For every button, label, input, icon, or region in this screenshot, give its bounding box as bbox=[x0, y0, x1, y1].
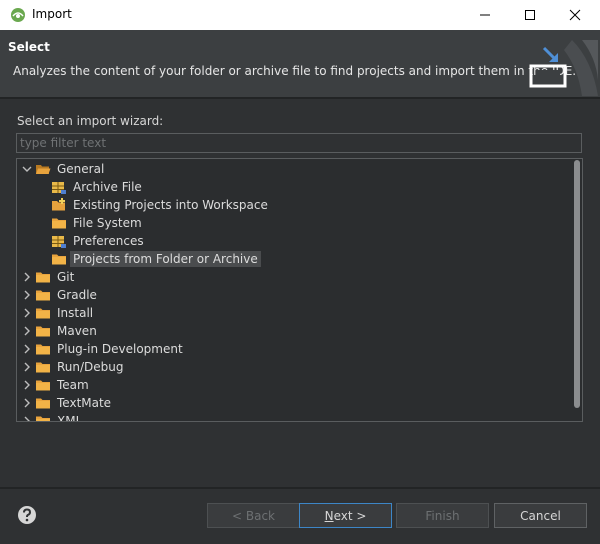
tree-item-label: Archive File bbox=[73, 180, 142, 194]
folder-icon bbox=[36, 272, 50, 283]
tree-item[interactable]: XML bbox=[17, 412, 572, 422]
maximize-icon bbox=[525, 10, 535, 20]
folder-icon bbox=[36, 290, 50, 301]
folder-icon bbox=[36, 416, 50, 421]
wizard-tree[interactable]: General Archive File Existing Projects int… bbox=[16, 158, 583, 422]
preferences-icon bbox=[52, 236, 66, 248]
tree-item-label: Projects from Folder or Archive bbox=[70, 251, 261, 267]
tree-item[interactable]: Preferences bbox=[17, 232, 572, 250]
chevron-right-icon[interactable] bbox=[22, 361, 32, 373]
tree-item[interactable]: Run/Debug bbox=[17, 358, 572, 376]
tree-item[interactable]: Maven bbox=[17, 322, 572, 340]
tree-item-label: Run/Debug bbox=[57, 360, 124, 374]
next-button[interactable]: Next > bbox=[299, 503, 392, 528]
tree-item-label: TextMate bbox=[57, 396, 112, 410]
filter-input[interactable] bbox=[16, 133, 582, 153]
tree-item-label: XML bbox=[57, 414, 83, 422]
help-icon[interactable] bbox=[17, 505, 37, 525]
folder-icon bbox=[36, 308, 50, 319]
tree-item[interactable]: Git bbox=[17, 268, 572, 286]
archive-icon bbox=[52, 182, 66, 194]
scrollbar-thumb[interactable] bbox=[574, 160, 580, 408]
select-wizard-label: Select an import wizard: bbox=[17, 114, 164, 128]
project-folder-icon bbox=[52, 198, 65, 211]
chevron-right-icon[interactable] bbox=[22, 271, 32, 283]
folder-icon bbox=[36, 344, 50, 355]
header-divider bbox=[0, 97, 600, 99]
chevron-right-icon[interactable] bbox=[22, 415, 32, 422]
tree-item[interactable]: Projects from Folder or Archive bbox=[17, 250, 572, 268]
page-description: Analyzes the content of your folder or a… bbox=[13, 64, 577, 78]
tree-item-label: File System bbox=[73, 216, 142, 230]
tree-vertical-scrollbar[interactable] bbox=[572, 160, 581, 420]
close-icon bbox=[569, 9, 581, 21]
tree-item-label: Maven bbox=[57, 324, 97, 338]
chevron-right-icon[interactable] bbox=[22, 325, 32, 337]
tree-item[interactable]: Archive File bbox=[17, 178, 572, 196]
chevron-right-icon[interactable] bbox=[22, 289, 32, 301]
close-button[interactable] bbox=[552, 0, 598, 30]
tree-item[interactable]: Plug-in Development bbox=[17, 340, 572, 358]
chevron-right-icon[interactable] bbox=[22, 307, 32, 319]
tree-item-label: Gradle bbox=[57, 288, 97, 302]
minimize-icon bbox=[480, 14, 490, 16]
tree-item[interactable]: Install bbox=[17, 304, 572, 322]
folder-icon bbox=[52, 218, 66, 229]
import-wizard-banner-icon bbox=[529, 40, 598, 96]
chevron-down-icon[interactable] bbox=[22, 163, 32, 175]
tree-item[interactable]: Gradle bbox=[17, 286, 572, 304]
folder-icon bbox=[36, 362, 50, 373]
footer-divider bbox=[0, 487, 600, 489]
chevron-right-icon[interactable] bbox=[22, 343, 32, 355]
tree-item-label: Git bbox=[57, 270, 75, 284]
folder-icon bbox=[36, 380, 50, 391]
back-button[interactable]: < Back bbox=[207, 503, 300, 528]
tree-item[interactable]: Team bbox=[17, 376, 572, 394]
tree-item[interactable]: File System bbox=[17, 214, 572, 232]
chevron-right-icon[interactable] bbox=[22, 379, 32, 391]
tree-item-label: Plug-in Development bbox=[57, 342, 183, 356]
folder-open-icon bbox=[36, 165, 51, 174]
chevron-right-icon[interactable] bbox=[22, 397, 32, 409]
tree-item-label: Team bbox=[57, 378, 89, 392]
tree-item-label: Existing Projects into Workspace bbox=[73, 198, 268, 212]
page-title: Select bbox=[8, 40, 50, 54]
tree-item[interactable]: Existing Projects into Workspace bbox=[17, 196, 572, 214]
next-mnemonic: N bbox=[324, 508, 334, 523]
folder-icon bbox=[36, 326, 50, 337]
tree-item-label: Preferences bbox=[73, 234, 144, 248]
next-label: ext > bbox=[333, 508, 367, 523]
folder-icon bbox=[52, 254, 66, 265]
title-bar: Import bbox=[0, 0, 600, 30]
tree-item-label: General bbox=[57, 162, 105, 176]
minimize-button[interactable] bbox=[462, 0, 508, 30]
eclipse-app-icon bbox=[11, 8, 25, 22]
folder-icon bbox=[36, 398, 50, 409]
finish-button[interactable]: Finish bbox=[396, 503, 489, 528]
maximize-button[interactable] bbox=[507, 0, 553, 30]
tree-item[interactable]: General bbox=[17, 160, 572, 178]
wizard-header: Select Analyzes the content of your fold… bbox=[0, 30, 600, 97]
tree-item[interactable]: TextMate bbox=[17, 394, 572, 412]
cancel-button[interactable]: Cancel bbox=[494, 503, 587, 528]
tree-item-label: Install bbox=[57, 306, 94, 320]
window-title: Import bbox=[32, 7, 72, 21]
